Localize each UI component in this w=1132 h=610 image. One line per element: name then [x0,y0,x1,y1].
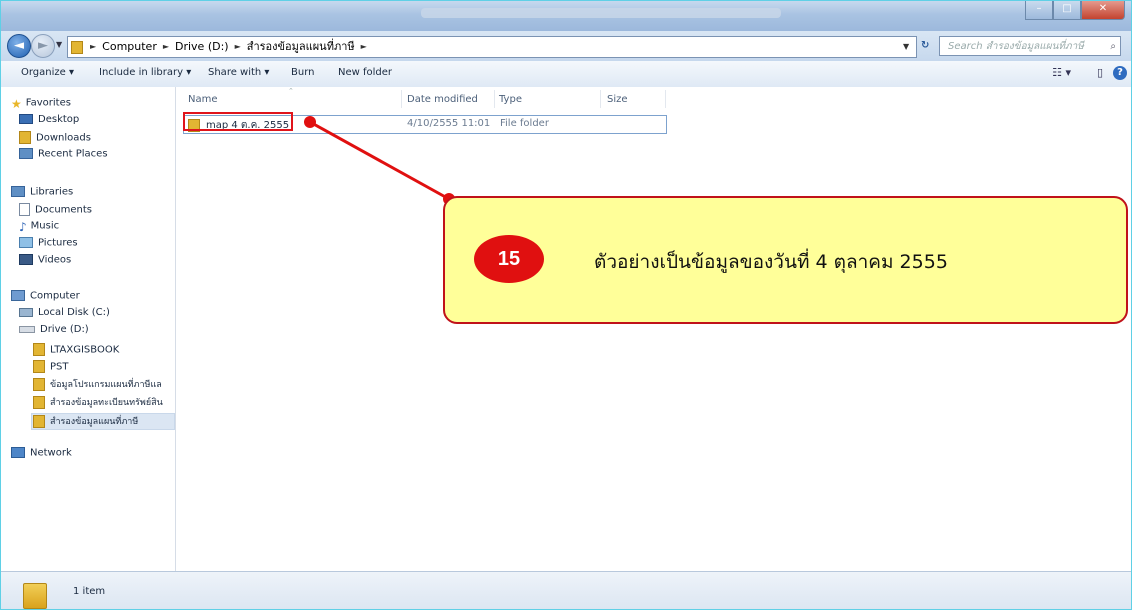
annotation-callout: 15 ตัวอย่างเป็นข้อมูลของวันที่ 4 ตุลาคม … [443,196,1128,324]
step-badge: 15 [474,235,544,283]
connector-line [309,120,450,201]
connector-start-dot [304,116,316,128]
callout-text: ตัวอย่างเป็นข้อมูลของวันที่ 4 ตุลาคม 255… [594,251,948,273]
